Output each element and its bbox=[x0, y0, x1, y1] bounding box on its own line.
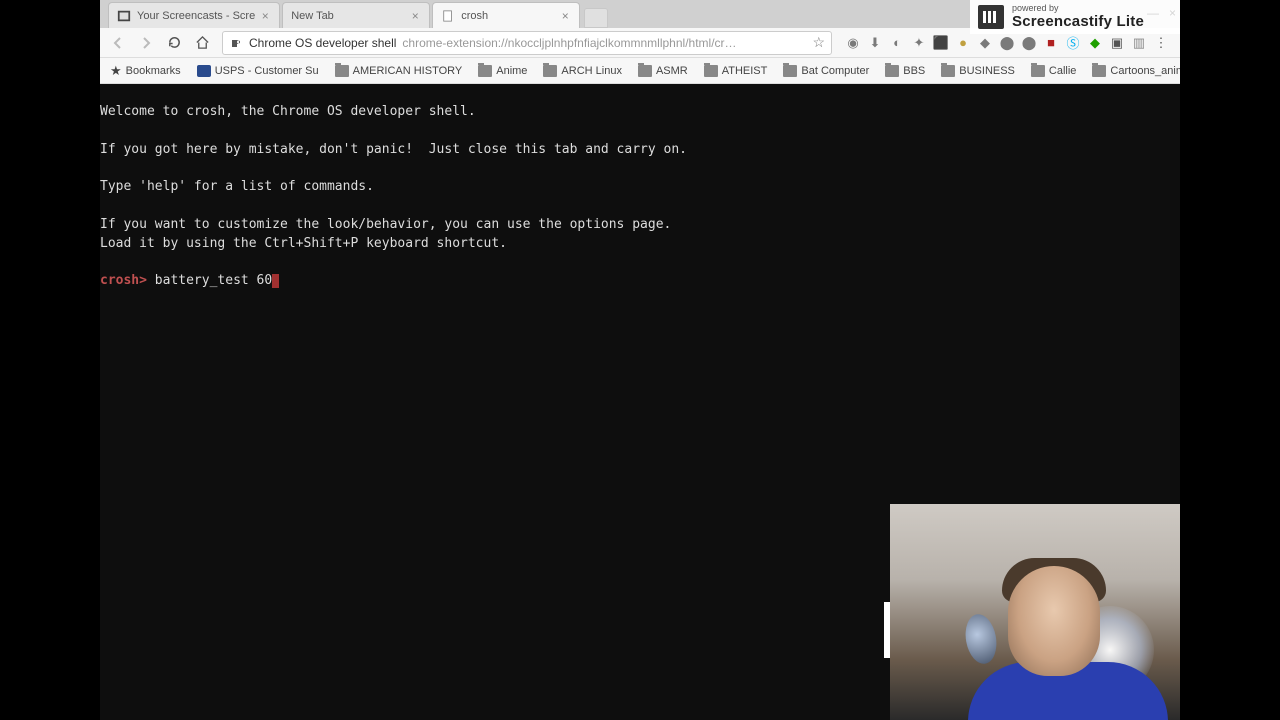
tab-title: crosh bbox=[461, 10, 555, 22]
terminal-line: Type 'help' for a list of commands. bbox=[100, 179, 374, 194]
close-icon[interactable]: × bbox=[409, 10, 421, 22]
folder-icon bbox=[335, 65, 349, 77]
star-icon: ★ bbox=[110, 63, 122, 79]
tab-title: New Tab bbox=[291, 10, 405, 22]
microphone bbox=[962, 612, 1000, 666]
person-head bbox=[1008, 566, 1100, 676]
bookmark-label: AMERICAN HISTORY bbox=[353, 65, 463, 77]
ext-icon-3[interactable]: ◐ bbox=[888, 34, 906, 52]
bookmark-folder-american-history[interactable]: AMERICAN HISTORY bbox=[331, 63, 467, 79]
folder-icon bbox=[1092, 65, 1106, 77]
skype-icon[interactable]: Ⓢ bbox=[1064, 34, 1082, 52]
bookmark-label: Cartoons_anime bbox=[1110, 65, 1180, 77]
letterbox-right bbox=[1180, 0, 1280, 720]
bookmark-label: ARCH Linux bbox=[561, 65, 622, 77]
terminal-line: If you want to customize the look/behavi… bbox=[100, 217, 671, 232]
folder-icon bbox=[638, 65, 652, 77]
ext-icon-6[interactable]: ● bbox=[954, 34, 972, 52]
back-button[interactable] bbox=[106, 31, 130, 55]
folder-icon bbox=[941, 65, 955, 77]
terminal-command: battery_test 60 bbox=[155, 273, 272, 288]
minimize-icon[interactable]: — bbox=[1147, 6, 1159, 20]
bookmark-folder-atheist[interactable]: ATHEIST bbox=[700, 63, 772, 79]
folder-icon bbox=[1031, 65, 1045, 77]
bookmarks-menu[interactable]: ★ Bookmarks bbox=[106, 61, 185, 81]
ext-icon-12[interactable]: ◆ bbox=[1086, 34, 1104, 52]
home-button[interactable] bbox=[190, 31, 214, 55]
download-icon[interactable]: ⬇ bbox=[866, 34, 884, 52]
ext-icon-13[interactable]: ▣ bbox=[1108, 34, 1126, 52]
extension-icon bbox=[229, 36, 243, 50]
bookmark-folder-cartoons-anime[interactable]: Cartoons_anime bbox=[1088, 63, 1180, 79]
ext-icon-7[interactable]: ◆ bbox=[976, 34, 994, 52]
folder-icon bbox=[885, 65, 899, 77]
folder-icon bbox=[704, 65, 718, 77]
bookmark-label: Callie bbox=[1049, 65, 1077, 77]
bookmark-star-icon[interactable]: ☆ bbox=[812, 34, 825, 51]
new-tab-button[interactable] bbox=[584, 8, 608, 28]
ext-icon-8[interactable]: ⬤ bbox=[998, 34, 1016, 52]
terminal-line: Welcome to crosh, the Chrome OS develope… bbox=[100, 104, 476, 119]
bookmark-label: Bat Computer bbox=[801, 65, 869, 77]
screencastify-brand: Screencastify Lite bbox=[1012, 14, 1144, 31]
tab-crosh[interactable]: crosh × bbox=[432, 2, 580, 28]
ext-icon-4[interactable]: ✦ bbox=[910, 34, 928, 52]
ext-icon-14[interactable]: ▥ bbox=[1130, 34, 1148, 52]
ext-icon-5[interactable]: ⬛ bbox=[932, 34, 950, 52]
bookmark-label: USPS - Customer Su bbox=[215, 65, 319, 77]
bookmark-label: ATHEIST bbox=[722, 65, 768, 77]
folder-icon bbox=[543, 65, 557, 77]
bookmark-folder-arch-linux[interactable]: ARCH Linux bbox=[539, 63, 626, 79]
ext-icon-9[interactable]: ⬤ bbox=[1020, 34, 1038, 52]
tab-newtab[interactable]: New Tab × bbox=[282, 2, 430, 28]
folder-icon bbox=[783, 65, 797, 77]
bookmark-usps[interactable]: USPS - Customer Su bbox=[193, 63, 323, 79]
terminal-line: Load it by using the Ctrl+Shift+P keyboa… bbox=[100, 236, 507, 251]
forward-button[interactable] bbox=[134, 31, 158, 55]
bookmark-label: BBS bbox=[903, 65, 925, 77]
reload-button[interactable] bbox=[162, 31, 186, 55]
bookmarks-bar: ★ Bookmarks USPS - Customer Su AMERICAN … bbox=[100, 58, 1180, 84]
bookmark-folder-business[interactable]: BUSINESS bbox=[937, 63, 1019, 79]
close-icon[interactable]: × bbox=[259, 10, 271, 22]
bookmark-folder-bbs[interactable]: BBS bbox=[881, 63, 929, 79]
address-bar[interactable]: Chrome OS developer shell chrome-extensi… bbox=[222, 31, 832, 55]
ext-icon-1[interactable]: ◉ bbox=[844, 34, 862, 52]
folder-icon bbox=[478, 65, 492, 77]
close-icon[interactable]: × bbox=[1169, 6, 1176, 20]
usps-icon bbox=[197, 65, 211, 77]
bookmarks-label: Bookmarks bbox=[126, 65, 181, 77]
film-icon bbox=[117, 9, 131, 23]
bookmark-folder-asmr[interactable]: ASMR bbox=[634, 63, 692, 79]
bookmark-folder-anime[interactable]: Anime bbox=[474, 63, 531, 79]
page-icon bbox=[441, 9, 455, 23]
tab-screencasts[interactable]: Your Screencasts - Scre × bbox=[108, 2, 280, 28]
bookmark-label: Anime bbox=[496, 65, 527, 77]
bookmark-folder-callie[interactable]: Callie bbox=[1027, 63, 1081, 79]
ext-icon-10[interactable]: ■ bbox=[1042, 34, 1060, 52]
close-icon[interactable]: × bbox=[559, 10, 571, 22]
menu-icon[interactable]: ⋮ bbox=[1152, 34, 1170, 52]
bookmark-folder-bat-computer[interactable]: Bat Computer bbox=[779, 63, 873, 79]
omnibox-url: chrome-extension://nkoccljplnhpfnfiajclk… bbox=[402, 36, 806, 50]
terminal-line: If you got here by mistake, don't panic!… bbox=[100, 142, 687, 157]
tab-title: Your Screencasts - Scre bbox=[137, 10, 255, 22]
omnibox-title: Chrome OS developer shell bbox=[249, 36, 396, 50]
bookmark-label: BUSINESS bbox=[959, 65, 1015, 77]
bookmark-label: ASMR bbox=[656, 65, 688, 77]
window-controls: — × bbox=[1147, 6, 1176, 20]
terminal-prompt: crosh> bbox=[100, 273, 147, 288]
cursor-icon bbox=[272, 274, 279, 288]
extension-icons: ◉ ⬇ ◐ ✦ ⬛ ● ◆ ⬤ ⬤ ■ Ⓢ ◆ ▣ ▥ ⋮ bbox=[840, 34, 1174, 52]
webcam-overlay bbox=[890, 504, 1180, 720]
screencastify-logo-icon bbox=[978, 5, 1004, 29]
letterbox-left bbox=[0, 0, 100, 720]
